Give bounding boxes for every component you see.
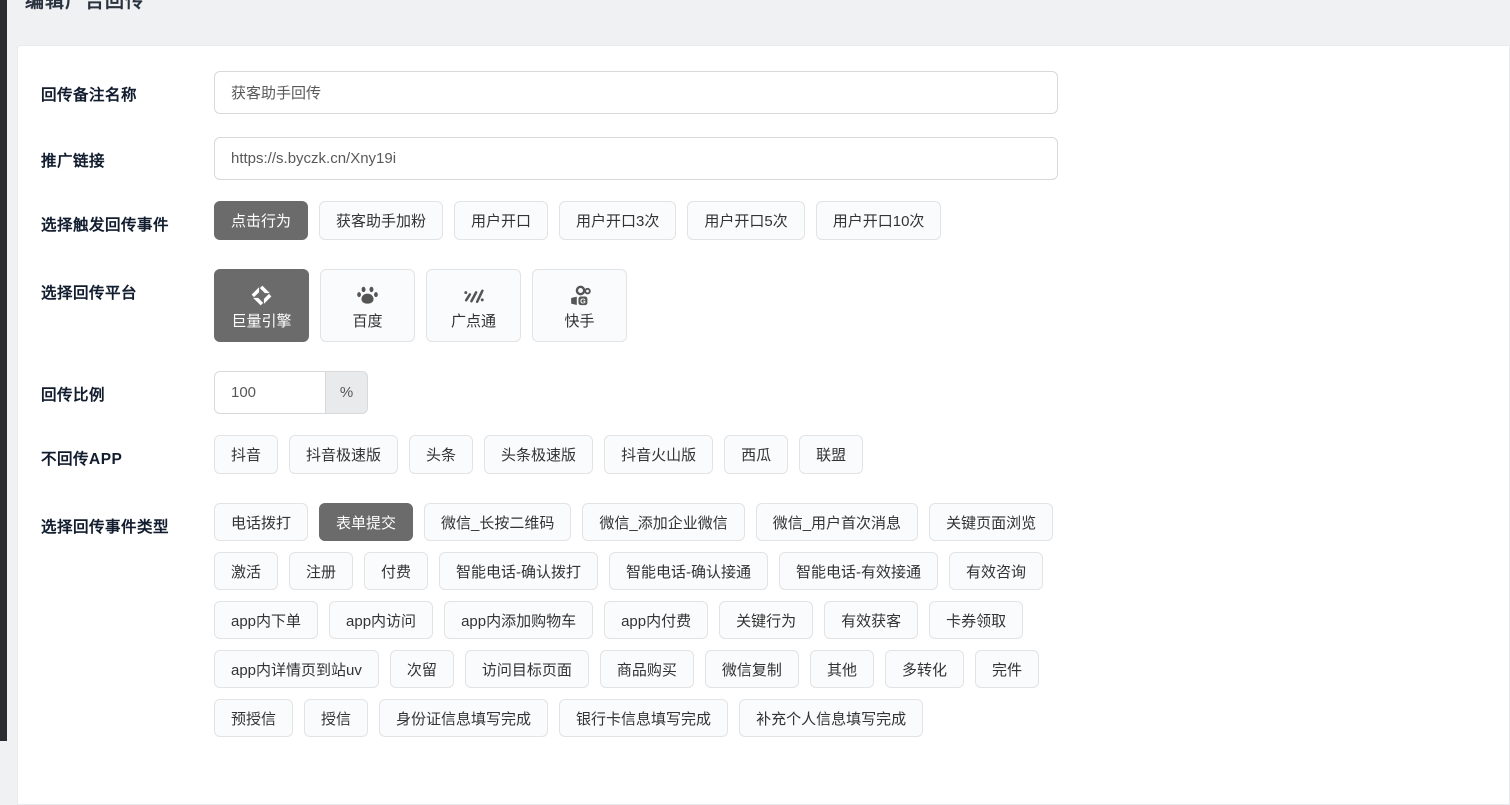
event-type-row-1: 电话拨打 表单提交 微信_长按二维码 微信_添加企业微信 微信_用户首次消息 关… — [214, 503, 1053, 541]
event-option-form-submit[interactable]: 表单提交 — [319, 503, 413, 541]
event-option[interactable]: 有效获客 — [824, 601, 918, 639]
event-option[interactable]: app内付费 — [604, 601, 708, 639]
event-type-row-5: 预授信 授信 身份证信息填写完成 银行卡信息填写完成 补充个人信息填写完成 — [214, 699, 1053, 737]
event-option[interactable]: app内详情页到站uv — [214, 650, 379, 688]
event-option[interactable]: 关键页面浏览 — [929, 503, 1053, 541]
platform-option-baidu[interactable]: 百度 — [320, 269, 415, 342]
event-option[interactable]: 银行卡信息填写完成 — [559, 699, 728, 737]
form-panel: 回传备注名称 推广链接 选择触发回传事件 点击行为 获客助手加粉 用户开口 用户… — [17, 45, 1510, 805]
event-option[interactable]: 注册 — [289, 552, 353, 590]
trigger-option-assistant-follow[interactable]: 获客助手加粉 — [319, 201, 443, 240]
event-type-label: 选择回传事件类型 — [41, 503, 214, 537]
event-option[interactable]: app内访问 — [329, 601, 433, 639]
platform-option-gdt[interactable]: 广点通 — [426, 269, 521, 342]
app-option-douyin[interactable]: 抖音 — [214, 435, 278, 474]
row-trigger-event: 选择触发回传事件 点击行为 获客助手加粉 用户开口 用户开口3次 用户开口5次 … — [41, 201, 1499, 240]
promo-link-input[interactable] — [214, 137, 1058, 180]
row-exclude-app: 不回传APP 抖音 抖音极速版 头条 头条极速版 抖音火山版 西瓜 联盟 — [41, 435, 1499, 474]
ratio-label: 回传比例 — [41, 371, 214, 405]
event-option[interactable]: 电话拨打 — [214, 503, 308, 541]
event-option[interactable]: app内下单 — [214, 601, 318, 639]
event-option[interactable]: 次留 — [390, 650, 454, 688]
trigger-option-user-reply-3[interactable]: 用户开口3次 — [559, 201, 676, 240]
event-option[interactable]: 关键行为 — [719, 601, 813, 639]
app-option-douyin-lite[interactable]: 抖音极速版 — [289, 435, 398, 474]
promo-link-label: 推广链接 — [41, 137, 214, 171]
event-option[interactable]: app内添加购物车 — [444, 601, 593, 639]
row-ratio: 回传比例 % — [41, 371, 1499, 414]
row-platform: 选择回传平台 巨量引擎 — [41, 269, 1499, 342]
event-option[interactable]: 智能电话-确认接通 — [609, 552, 768, 590]
event-option[interactable]: 商品购买 — [600, 650, 694, 688]
exclude-app-label: 不回传APP — [41, 435, 214, 469]
event-option[interactable]: 微信_添加企业微信 — [582, 503, 744, 541]
page-title: 编辑广告回传 — [25, 0, 145, 13]
platform-option-label: 巨量引擎 — [231, 314, 291, 329]
trigger-option-user-reply[interactable]: 用户开口 — [454, 201, 548, 240]
ratio-input[interactable] — [214, 371, 326, 414]
app-option-xigua[interactable]: 西瓜 — [724, 435, 788, 474]
app-option-huoshan[interactable]: 抖音火山版 — [604, 435, 713, 474]
row-note-name: 回传备注名称 — [41, 71, 1499, 114]
gdt-icon — [461, 283, 486, 309]
event-option[interactable]: 多转化 — [885, 650, 964, 688]
baidu-icon — [355, 283, 380, 309]
platform-option-label: 百度 — [352, 314, 382, 329]
event-option[interactable]: 智能电话-确认拨打 — [439, 552, 598, 590]
note-name-input[interactable] — [214, 71, 1058, 114]
event-option[interactable]: 激活 — [214, 552, 278, 590]
platform-option-ocean-engine[interactable]: 巨量引擎 — [214, 269, 309, 342]
platform-option-label: 快手 — [564, 314, 594, 329]
event-option[interactable]: 有效咨询 — [949, 552, 1043, 590]
row-promo-link: 推广链接 — [41, 137, 1499, 180]
event-type-row-3: app内下单 app内访问 app内添加购物车 app内付费 关键行为 有效获客… — [214, 601, 1053, 639]
row-event-type: 选择回传事件类型 电话拨打 表单提交 微信_长按二维码 微信_添加企业微信 微信… — [41, 503, 1499, 737]
event-option[interactable]: 微信复制 — [705, 650, 799, 688]
event-option[interactable]: 授信 — [304, 699, 368, 737]
event-option[interactable]: 访问目标页面 — [465, 650, 589, 688]
ocean-engine-icon — [249, 283, 274, 309]
event-option[interactable]: 补充个人信息填写完成 — [739, 699, 923, 737]
ratio-input-group: % — [214, 371, 368, 414]
platform-label: 选择回传平台 — [41, 269, 214, 303]
trigger-event-label: 选择触发回传事件 — [41, 201, 214, 235]
platform-option-kuaishou[interactable]: G 快手 — [532, 269, 627, 342]
event-option[interactable]: 微信_长按二维码 — [424, 503, 571, 541]
platform-option-label: 广点通 — [451, 314, 496, 329]
trigger-option-click-action[interactable]: 点击行为 — [214, 201, 308, 240]
note-name-label: 回传备注名称 — [41, 71, 214, 105]
left-sidebar-strip — [0, 0, 7, 741]
app-option-toutiao[interactable]: 头条 — [409, 435, 473, 474]
event-type-row-2: 激活 注册 付费 智能电话-确认拨打 智能电话-确认接通 智能电话-有效接通 有… — [214, 552, 1053, 590]
event-type-row-4: app内详情页到站uv 次留 访问目标页面 商品购买 微信复制 其他 多转化 完… — [214, 650, 1053, 688]
event-option[interactable]: 完件 — [975, 650, 1039, 688]
event-option[interactable]: 预授信 — [214, 699, 293, 737]
svg-text:G: G — [580, 297, 586, 306]
event-option[interactable]: 其他 — [810, 650, 874, 688]
app-option-toutiao-lite[interactable]: 头条极速版 — [484, 435, 593, 474]
event-option[interactable]: 智能电话-有效接通 — [779, 552, 938, 590]
event-option[interactable]: 微信_用户首次消息 — [756, 503, 918, 541]
kuaishou-icon: G — [567, 283, 592, 309]
trigger-option-user-reply-5[interactable]: 用户开口5次 — [687, 201, 804, 240]
event-option[interactable]: 身份证信息填写完成 — [379, 699, 548, 737]
event-option[interactable]: 付费 — [364, 552, 428, 590]
event-option[interactable]: 卡券领取 — [929, 601, 1023, 639]
percent-addon: % — [326, 371, 368, 414]
app-option-lianmeng[interactable]: 联盟 — [799, 435, 863, 474]
trigger-option-user-reply-10[interactable]: 用户开口10次 — [816, 201, 942, 240]
